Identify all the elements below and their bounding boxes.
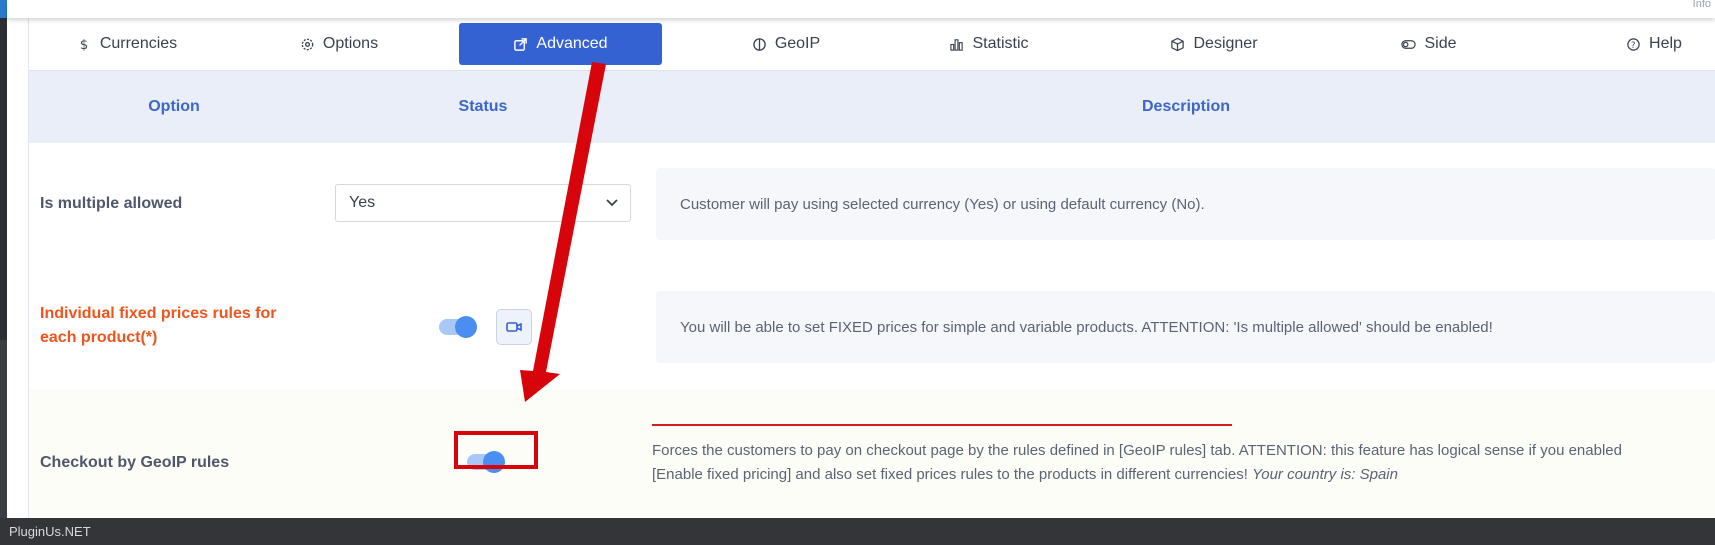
description-box: Customer will pay using selected currenc… [656,168,1715,240]
annotation-highlight-box [454,431,538,469]
bar-chart-icon [949,37,964,52]
svg-text:$: $ [80,38,88,52]
description-text: You will be able to set FIXED prices for… [680,318,1493,336]
chevron-down-icon [606,199,618,207]
table-header: Option Status Description [29,70,1715,144]
tab-advanced[interactable]: Advanced [459,23,662,65]
tab-options[interactable]: Options [279,23,399,65]
tab-geoip[interactable]: GeoIP [731,23,841,65]
description-text: Forces the customers to pay on checkout … [652,439,1662,487]
tab-designer-label: Designer [1193,35,1258,52]
header-option: Option [148,98,200,115]
option-label: Checkout by GeoIP rules [40,454,230,471]
dollar-icon: $ [77,37,92,52]
video-camera-icon [506,322,522,332]
tab-statistic[interactable]: Statistic [929,23,1049,65]
tab-side[interactable]: Side [1374,23,1484,65]
cube-icon [1170,37,1185,52]
left-edge-strip [0,0,7,545]
tab-currencies[interactable]: $ Currencies [67,23,187,65]
annotation-underline [652,424,1232,426]
tab-bar: $ Currencies Options Advanced GeoIP Stat… [29,18,1715,70]
country-note: Your country is: Spain [1252,466,1398,483]
video-button[interactable] [496,309,532,345]
toggle-icon [1401,37,1417,52]
tab-geoip-label: GeoIP [774,35,821,52]
tab-currencies-label: Currencies [99,35,178,52]
tab-help[interactable]: ? Help [1599,23,1709,65]
settings-panel: $ Currencies Options Advanced GeoIP Stat… [28,18,1715,518]
description-main: Forces the customers to pay on checkout … [652,442,1622,483]
tab-side-label: Side [1424,35,1457,52]
table-row: Individual fixed prices rules for each p… [29,266,1715,390]
header-description: Description [1141,98,1230,115]
footer-text: PluginUs.NET [9,524,91,539]
option-label: Individual fixed prices rules for each p… [40,305,277,346]
external-link-icon [513,37,528,52]
multiple-allowed-select[interactable]: Yes [335,184,631,222]
tab-designer[interactable]: Designer [1149,23,1279,65]
tab-advanced-label: Advanced [536,35,608,52]
table-row: Is multiple allowed Yes Customer will pa… [29,143,1715,267]
header-status: Status [458,98,508,115]
footer-bar: PluginUs.NET [0,518,1715,545]
top-bar: Info [7,0,1715,18]
svg-text:?: ? [1631,39,1635,49]
fixed-prices-toggle[interactable] [439,316,477,338]
half-circle-icon [752,37,767,52]
tab-statistic-label: Statistic [972,35,1029,52]
gear-icon [300,37,315,52]
toggle-knob [455,316,477,338]
description-box: You will be able to set FIXED prices for… [656,291,1715,363]
tab-help-label: Help [1649,35,1682,52]
table-row: Checkout by GeoIP rules Forces the custo… [29,389,1715,518]
left-edge-blue-marker [0,0,7,18]
help-circle-icon: ? [1626,37,1641,52]
topbar-corner-text: Info [1692,0,1711,10]
select-value: Yes [349,194,376,211]
tab-options-label: Options [322,35,379,52]
left-edge-dark-block [0,340,7,520]
option-label: Is multiple allowed [40,195,183,212]
description-text: Customer will pay using selected currenc… [680,195,1205,213]
